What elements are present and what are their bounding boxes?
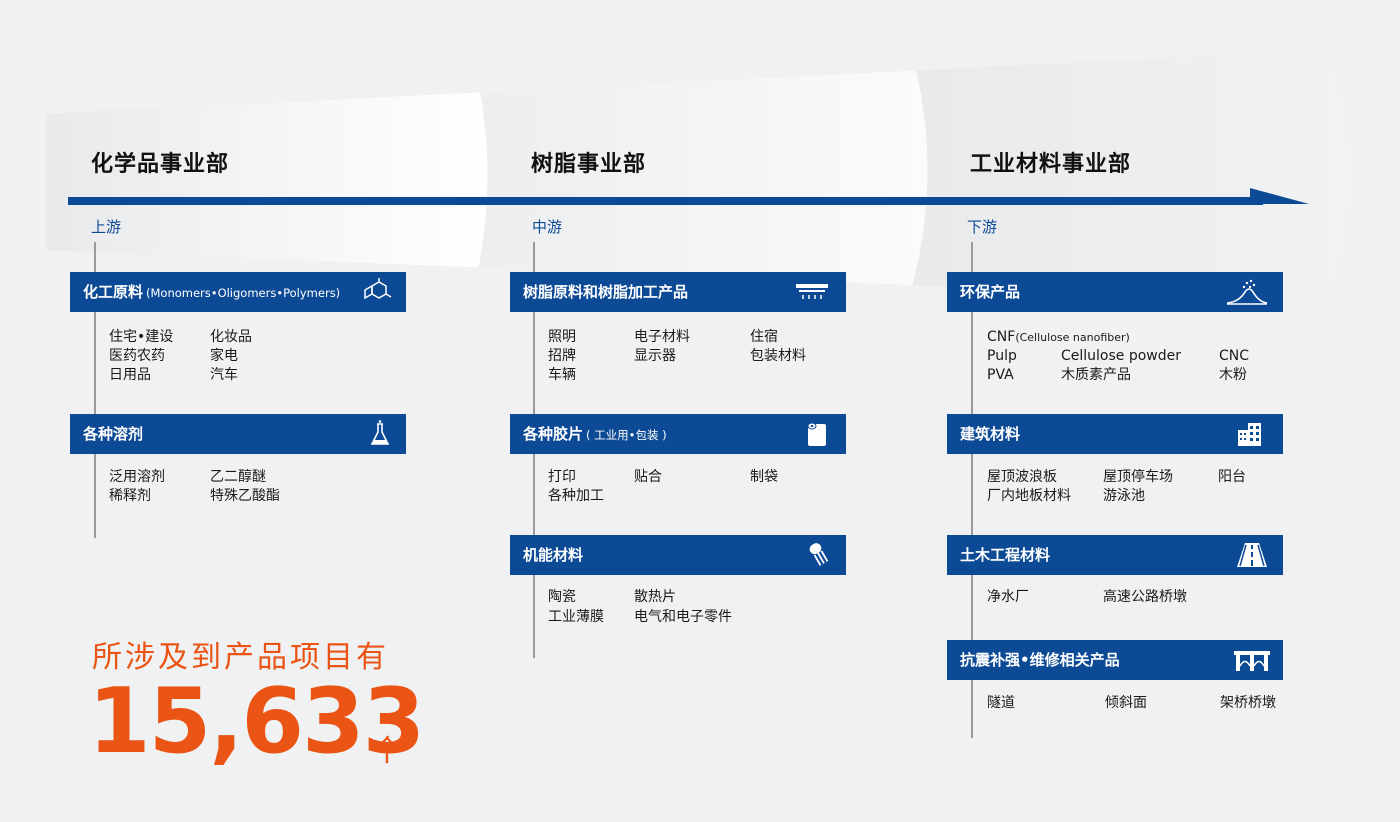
list-item: 稀释剂 xyxy=(109,488,151,504)
stream-label-downstream: 下游 xyxy=(967,218,998,236)
powder-pile-icon xyxy=(1226,279,1268,305)
list-item: PVA xyxy=(987,367,1014,383)
molecule-icon xyxy=(364,278,392,300)
card-resin-header: 树脂原料和树脂加工产品 xyxy=(510,272,846,312)
list-item: 住宅•建设 xyxy=(109,329,174,345)
card-seismic-title: 抗震补强•维修相关产品 xyxy=(960,651,1120,669)
flask-icon xyxy=(370,420,390,445)
segment-title-chemicals: 化学品事业部 xyxy=(91,152,230,177)
list-item: 隧道 xyxy=(987,695,1015,711)
list-item: 泛用溶剂 xyxy=(109,469,165,485)
list-item: 散热片 xyxy=(634,589,676,605)
list-item: 工业薄膜 xyxy=(548,609,604,625)
segment-title-resin: 树脂事业部 xyxy=(531,152,647,177)
card-civil-header: 土木工程材料 xyxy=(947,535,1283,575)
list-item: 家电 xyxy=(210,348,238,364)
stream-label-upstream: 上游 xyxy=(91,218,122,236)
list-item: CNC xyxy=(1219,348,1250,364)
list-item: 贴合 xyxy=(634,469,662,485)
card-functional-title: 机能材料 xyxy=(523,546,584,564)
list-item: 各种加工 xyxy=(548,488,604,504)
list-item: 木粉 xyxy=(1219,367,1247,383)
list-item: 汽车 xyxy=(210,367,238,383)
list-item: 制袋 xyxy=(750,469,778,485)
list-item: 高速公路桥墩 xyxy=(1103,589,1187,605)
bridge-icon xyxy=(1234,651,1270,671)
film-roll-icon xyxy=(807,422,826,446)
list-item: 日用品 xyxy=(109,367,151,383)
list-item: 特殊乙酸酯 xyxy=(210,488,280,504)
list-item: 电子材料 xyxy=(634,329,690,345)
list-item: 包装材料 xyxy=(750,348,806,364)
ceiling-light-icon xyxy=(796,284,828,299)
card-monomers-header: 化工原料 (Monomers•Oligomers•Polymers) xyxy=(70,272,406,312)
list-item: 木质素产品 xyxy=(1061,367,1131,383)
list-item: 净水厂 xyxy=(987,589,1029,605)
list-item: 医药农药 xyxy=(109,348,165,364)
list-item: CNF(Cellulose nanofiber) xyxy=(987,328,1130,347)
card-building-title: 建筑材料 xyxy=(960,425,1021,443)
list-item: 住宿 xyxy=(750,329,778,345)
card-seismic-header: 抗震补强•维修相关产品 xyxy=(947,640,1283,680)
list-item: 陶瓷 xyxy=(548,589,576,605)
list-item: 阳台 xyxy=(1218,469,1246,485)
card-solvents-title: 各种溶剂 xyxy=(83,425,144,443)
list-item: 屋顶停车场 xyxy=(1103,469,1173,485)
card-eco-title: 环保产品 xyxy=(960,283,1021,301)
list-item: 招牌 xyxy=(548,348,576,364)
list-item: 架桥桥墩 xyxy=(1220,695,1276,711)
list-item: 化妆品 xyxy=(210,329,252,345)
list-item: 倾斜面 xyxy=(1105,695,1147,711)
list-item: 打印 xyxy=(548,469,576,485)
list-item: 车辆 xyxy=(548,367,576,383)
card-resin-title: 树脂原料和树脂加工产品 xyxy=(523,283,689,301)
stream-label-midstream: 中游 xyxy=(532,218,563,236)
total-unit: 个 xyxy=(372,734,402,769)
card-monomers-subtitle: (Monomers•Oligomers•Polymers) xyxy=(146,286,341,300)
card-functional-header: 机能材料 xyxy=(510,535,846,575)
segment-title-industrial-materials: 工业材料事业部 xyxy=(970,152,1132,177)
list-item: 电气和电子零件 xyxy=(634,609,732,625)
card-films-header: 各种胶片( 工业用•包装 ) xyxy=(510,414,846,454)
list-item: 游泳池 xyxy=(1103,488,1145,504)
list-item: 显示器 xyxy=(634,348,676,364)
card-films-subtitle: ( 工业用•包装 ) xyxy=(586,428,667,442)
electronic-component-icon xyxy=(809,543,829,566)
card-civil-title: 土木工程材料 xyxy=(960,546,1051,564)
card-eco-header: 环保产品 xyxy=(947,272,1283,312)
list-item: Pulp xyxy=(987,348,1017,364)
card-monomers-title: 化工原料 xyxy=(83,283,144,301)
list-item: Cellulose powder xyxy=(1061,348,1182,364)
list-item: 屋顶波浪板 xyxy=(987,469,1057,485)
card-building-header: 建筑材料 xyxy=(947,414,1283,454)
card-solvents-header: 各种溶剂 xyxy=(70,414,406,454)
highway-icon xyxy=(1237,543,1267,567)
list-item: 照明 xyxy=(548,329,576,345)
card-films-title: 各种胶片 xyxy=(523,425,584,443)
cnf-label: CNF xyxy=(987,329,1016,345)
cnf-sub-label: (Cellulose nanofiber) xyxy=(1015,331,1130,344)
list-item: 厂内地板材料 xyxy=(987,488,1071,504)
list-item: 乙二醇醚 xyxy=(210,469,266,485)
building-icon xyxy=(1238,423,1261,446)
